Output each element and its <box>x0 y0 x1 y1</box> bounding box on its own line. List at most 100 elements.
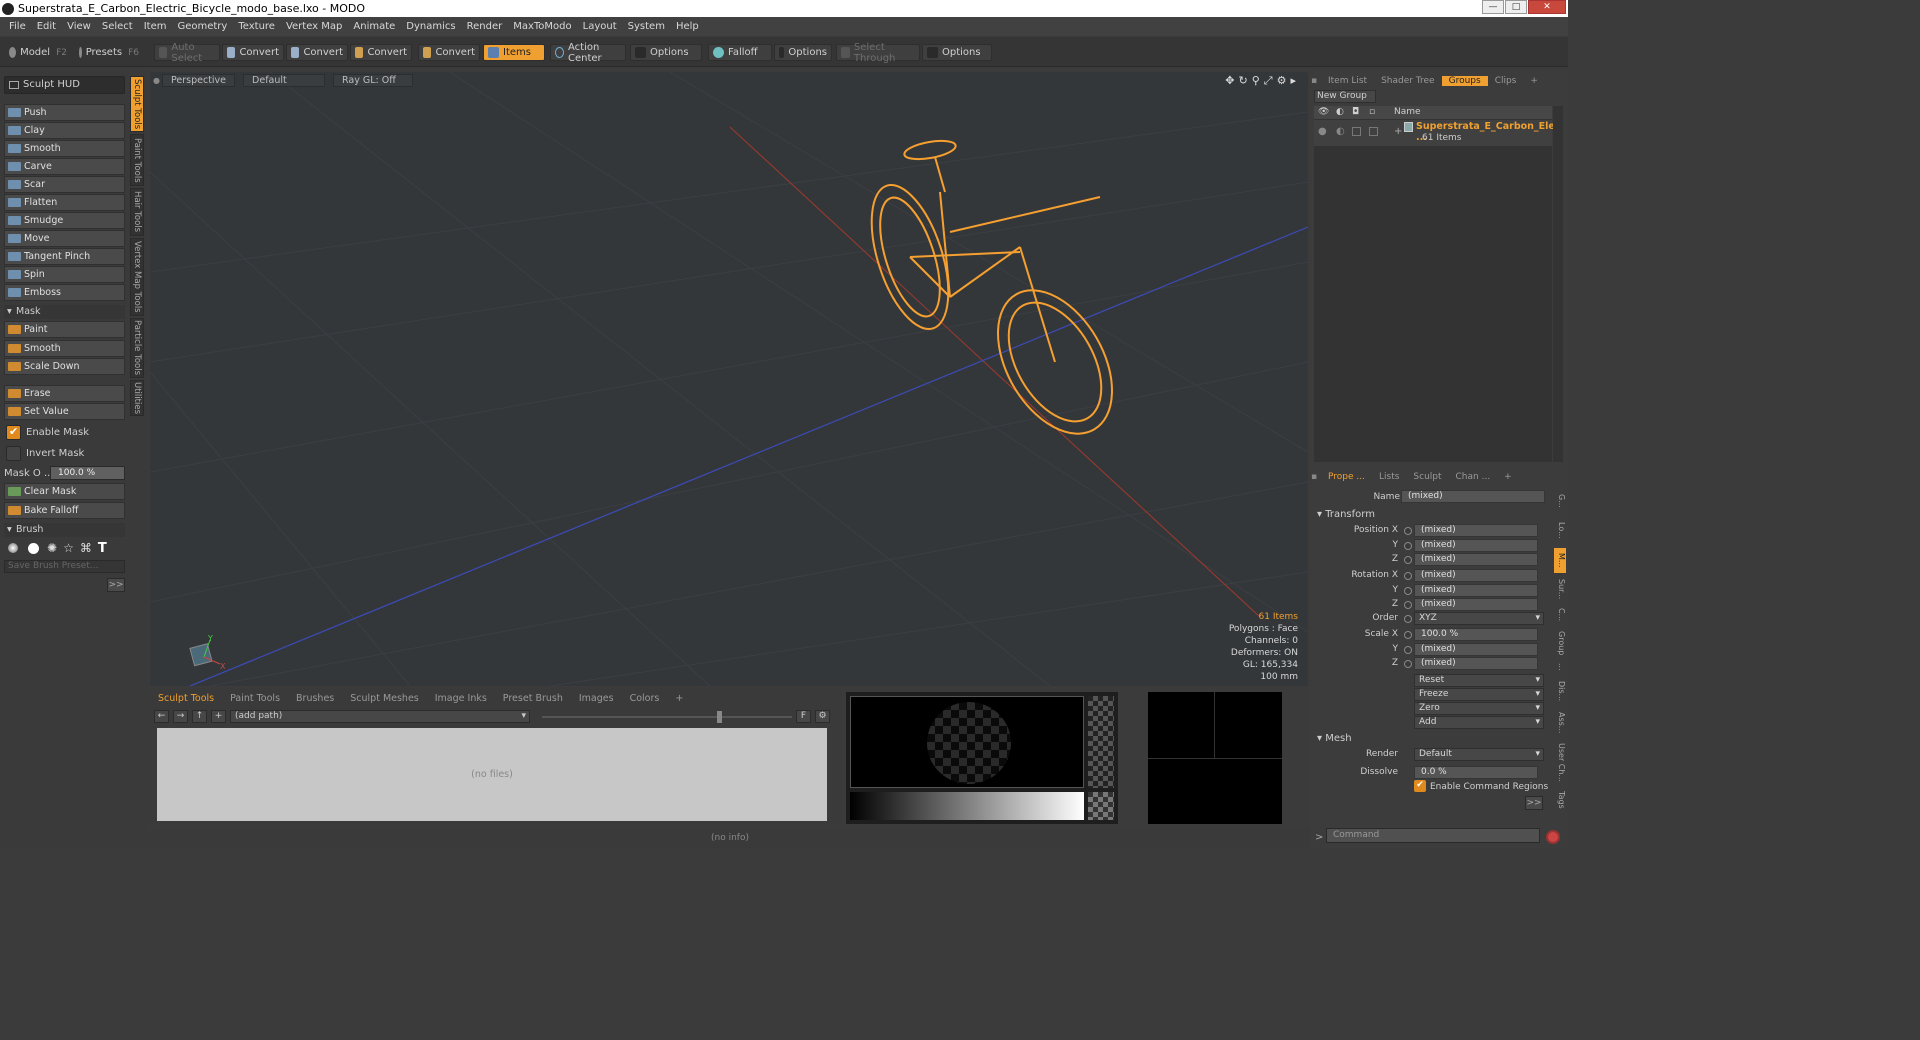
add-tab-button[interactable]: + <box>1523 76 1545 86</box>
presets-button[interactable]: Presets F6 <box>74 44 144 61</box>
viewport-menu-icon[interactable]: ● <box>150 76 162 85</box>
tool-tangent-pinch[interactable]: Tangent Pinch <box>4 248 125 265</box>
action-center-button[interactable]: Action Center <box>550 42 626 64</box>
tab-image-inks[interactable]: Image Inks <box>427 693 495 704</box>
tab-shader-tree[interactable]: Shader Tree <box>1374 76 1442 86</box>
rotate-icon[interactable]: ↻ <box>1239 74 1248 88</box>
tool-flatten[interactable]: Flatten <box>4 194 125 211</box>
menu-geometry[interactable]: Geometry <box>172 21 233 32</box>
anim-dot-icon[interactable] <box>1404 631 1412 639</box>
slider-handle[interactable] <box>717 710 722 723</box>
maximize-icon[interactable]: ⤢ <box>1264 74 1273 88</box>
pan-icon[interactable]: ✥ <box>1225 74 1234 88</box>
items-mode-button[interactable]: Items <box>483 44 545 61</box>
menu-maxtomodo[interactable]: MaxToModo <box>508 21 577 32</box>
mask-tool-scale-down[interactable]: Scale Down <box>4 358 125 375</box>
reset-dropdown[interactable]: Reset ▾ <box>1414 674 1544 687</box>
anim-dot-icon[interactable] <box>1404 542 1412 550</box>
menu-edit[interactable]: Edit <box>32 21 62 32</box>
bake-falloff-button[interactable]: Bake Falloff <box>4 502 125 519</box>
tool-push[interactable]: Push <box>4 104 125 121</box>
tool-move[interactable]: Move <box>4 230 125 247</box>
scale-x-field[interactable]: 100.0 % <box>1414 628 1538 641</box>
zero-dropdown[interactable]: Zero ▾ <box>1414 702 1544 715</box>
menu-dynamics[interactable]: Dynamics <box>401 21 461 32</box>
mask-section-header[interactable]: ▾ Mask <box>4 305 125 319</box>
select-icon[interactable]: ▫ <box>1369 106 1375 119</box>
tab-images[interactable]: Images <box>571 693 622 704</box>
tab-sculpt-tools[interactable]: Sculpt Tools <box>150 693 222 704</box>
menu-select[interactable]: Select <box>97 21 139 32</box>
tool-emboss[interactable]: Emboss <box>4 284 125 301</box>
add-tab-button[interactable]: + <box>667 693 691 704</box>
3d-viewport[interactable]: Y X ● Perspective Default Ray GL: Off ✥ … <box>150 72 1308 686</box>
tool-smooth[interactable]: Smooth <box>4 140 125 157</box>
panel-menu-icon[interactable]: ▪ <box>1311 76 1321 86</box>
transform-section[interactable]: ▾ Transform <box>1317 509 1375 520</box>
options-button-1[interactable]: Options <box>630 44 702 61</box>
menu-vertex-map[interactable]: Vertex Map <box>281 21 348 32</box>
mask-opacity-field[interactable]: 100.0 % <box>50 466 125 480</box>
order-dropdown[interactable]: XYZ ▾ <box>1414 612 1544 625</box>
groups-scrollbar[interactable] <box>1553 106 1563 462</box>
menu-view[interactable]: View <box>62 21 97 32</box>
clear-mask-button[interactable]: Clear Mask <box>4 483 125 500</box>
custom-brush-icon[interactable]: ⌘ <box>80 541 92 555</box>
tool-spin[interactable]: Spin <box>4 266 125 283</box>
view-type-button[interactable]: Perspective <box>162 73 236 87</box>
command-input[interactable]: Command <box>1326 828 1540 843</box>
tab-sculpt-tools[interactable]: Sculpt Tools <box>130 76 144 132</box>
menu-texture[interactable]: Texture <box>233 21 281 32</box>
name-field[interactable]: (mixed) <box>1401 490 1545 503</box>
tab-particle-tools[interactable]: Particle Tools <box>130 318 144 378</box>
tab-item-list[interactable]: Item List <box>1321 76 1374 86</box>
shading-style-button[interactable]: Default <box>243 73 326 87</box>
tab-paint-tools[interactable]: Paint Tools <box>222 693 288 704</box>
tool-smudge[interactable]: Smudge <box>4 212 125 229</box>
anim-dot-icon[interactable] <box>1404 660 1412 668</box>
tab-sculpt-meshes[interactable]: Sculpt Meshes <box>342 693 427 704</box>
forward-arrow-icon[interactable]: → <box>173 710 188 723</box>
mesh-section[interactable]: ▾ Mesh <box>1317 733 1352 744</box>
filter-button[interactable]: F <box>796 710 811 723</box>
side-tab-6[interactable]: Group <box>1554 628 1566 658</box>
side-tab-4[interactable]: Sur... <box>1554 575 1566 603</box>
side-tab-7[interactable]: ... <box>1554 660 1566 674</box>
freeze-dropdown[interactable]: Freeze ▾ <box>1414 688 1544 701</box>
tab-utilities[interactable]: Utilities <box>130 380 144 416</box>
side-tab-5[interactable]: C... <box>1554 605 1566 625</box>
save-brush-preset-field[interactable]: Save Brush Preset... <box>4 560 125 573</box>
zoom-icon[interactable]: ⚲ <box>1252 74 1260 88</box>
tab-properties[interactable]: Prope ... <box>1321 472 1372 482</box>
add-tab-button[interactable]: + <box>1497 472 1519 482</box>
tab-sculpt[interactable]: Sculpt <box>1406 472 1448 482</box>
menu-system[interactable]: System <box>623 21 671 32</box>
maximize-button[interactable]: □ <box>1505 0 1527 14</box>
splat-brush-icon[interactable]: ✺ <box>47 541 57 555</box>
thumbnail-size-slider[interactable] <box>542 710 792 723</box>
up-folder-icon[interactable]: ↑ <box>192 710 207 723</box>
close-button[interactable]: ✕ <box>1528 0 1566 14</box>
more-button[interactable]: >> <box>107 578 125 592</box>
lock-icon[interactable]: ◘ <box>1352 106 1359 119</box>
options-button-3[interactable]: Options <box>922 44 992 61</box>
tab-clips[interactable]: Clips <box>1488 76 1524 86</box>
tab-vertex-map-tools[interactable]: Vertex Map Tools <box>130 238 144 316</box>
side-tab-8[interactable]: Dis... <box>1554 676 1566 706</box>
tab-channels[interactable]: Chan ... <box>1449 472 1498 482</box>
tab-colors[interactable]: Colors <box>622 693 668 704</box>
hard-brush-icon[interactable] <box>28 542 39 554</box>
tab-hair-tools[interactable]: Hair Tools <box>130 188 144 236</box>
soft-brush-icon[interactable] <box>8 543 18 553</box>
minimize-button[interactable]: — <box>1482 0 1504 14</box>
scale-y-field[interactable]: (mixed) <box>1414 643 1538 656</box>
text-brush-icon[interactable]: T <box>98 541 107 556</box>
visibility-eye-icon[interactable]: 👁 <box>1318 106 1329 119</box>
lock-toggle-icon[interactable] <box>1352 127 1361 136</box>
convert-button-1[interactable]: Convert <box>222 44 284 61</box>
side-tab-2[interactable]: Lo... <box>1554 515 1566 545</box>
browser-settings-icon[interactable]: ⚙ <box>815 710 830 723</box>
menu-help[interactable]: Help <box>671 21 705 32</box>
anim-dot-icon[interactable] <box>1404 615 1412 623</box>
select-through-button[interactable]: Select Through <box>836 42 920 64</box>
